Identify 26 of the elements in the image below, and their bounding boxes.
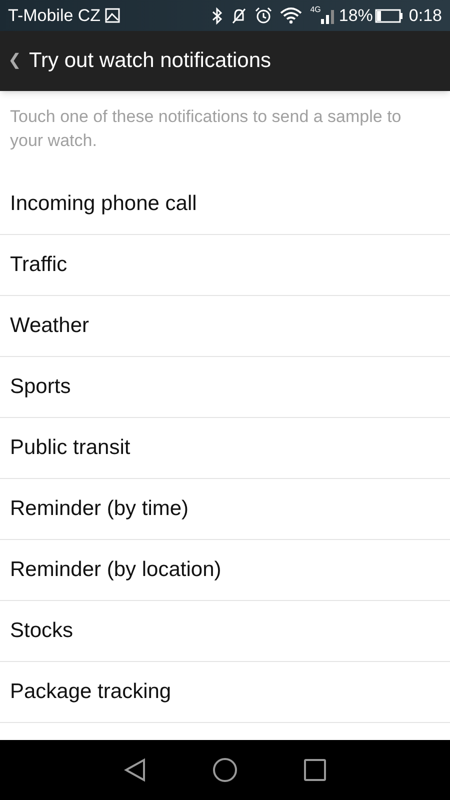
- battery-icon: [374, 8, 403, 22]
- notification-item[interactable]: Reminder (by time): [0, 479, 450, 540]
- description-text: Touch one of these notifications to send a sample to your watch.: [9, 106, 402, 152]
- back-icon[interactable]: [124, 758, 146, 782]
- muted-bell-icon: [231, 6, 248, 24]
- battery-percent: 18%: [338, 4, 373, 27]
- network-label: 4G: [310, 4, 321, 16]
- bluetooth-icon: [211, 6, 224, 24]
- notification-item[interactable]: Sports: [0, 357, 450, 418]
- screen-title: Try out watch notifications: [29, 48, 271, 74]
- wifi-icon: [280, 7, 302, 24]
- notification-item[interactable]: Incoming phone call: [0, 174, 450, 235]
- notification-item[interactable]: Weather: [0, 296, 450, 357]
- home-icon[interactable]: [212, 758, 237, 782]
- notification-item[interactable]: Package tracking: [0, 662, 450, 723]
- signal-icon: [320, 8, 335, 24]
- notification-item[interactable]: Public transit: [0, 418, 450, 479]
- notification-item[interactable]: Stocks: [0, 601, 450, 662]
- recent-apps-icon[interactable]: [304, 759, 326, 781]
- back-button[interactable]: ❮: [4, 49, 25, 73]
- notification-item[interactable]: Traffic: [0, 235, 450, 296]
- clock-time: 0:18: [408, 4, 442, 27]
- image-icon: [104, 8, 120, 23]
- alarm-icon: [255, 7, 272, 24]
- carrier-name: T-Mobile CZ: [8, 4, 101, 27]
- notification-item[interactable]: Reminder (by location): [0, 540, 450, 601]
